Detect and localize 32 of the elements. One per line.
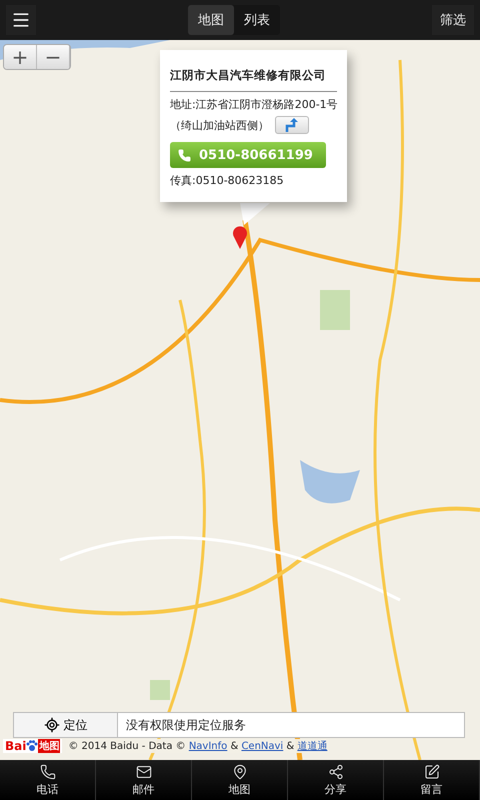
address-note: （绮山加油站西侧） <box>170 118 269 133</box>
route-button[interactable] <box>275 116 309 134</box>
phone-icon <box>178 148 191 162</box>
share-icon <box>328 764 344 780</box>
menu-button[interactable] <box>6 5 36 35</box>
paw-icon <box>26 740 38 752</box>
nav-button[interactable]: 留言 <box>384 760 480 800</box>
address-text: 地址:江苏省江阴市澄杨路200-1号 <box>170 97 337 112</box>
zoom-in-button[interactable]: + <box>4 45 37 69</box>
data-source-link[interactable]: CenNavi <box>241 741 284 752</box>
locate-icon <box>44 717 60 733</box>
map-logo: Bai 地图 <box>3 739 62 753</box>
nav-button[interactable]: 邮件 <box>96 760 192 800</box>
data-source-link[interactable]: 道道通 <box>297 741 328 752</box>
data-source-link[interactable]: NavInfo <box>188 741 228 752</box>
nav-button[interactable]: 地图 <box>192 760 288 800</box>
mail-icon <box>136 764 152 780</box>
nav-button[interactable]: 电话 <box>0 760 96 800</box>
phone-icon <box>40 764 56 780</box>
filter-button[interactable]: 筛选 <box>432 5 474 35</box>
note-icon <box>424 764 440 780</box>
view-tab[interactable]: 地图 <box>188 5 234 35</box>
company-name: 江阴市大昌汽车维修有限公司 <box>170 68 337 92</box>
zoom-out-button[interactable]: − <box>37 45 70 69</box>
location-message: 没有权限使用定位服务 <box>125 716 246 734</box>
locate-button[interactable]: 定位 <box>14 713 118 737</box>
map-pin-icon <box>232 225 248 249</box>
map-pin-icon <box>232 764 248 780</box>
view-tab[interactable]: 列表 <box>234 5 280 35</box>
nav-button[interactable]: 分享 <box>288 760 384 800</box>
fax-text: 传真:0510-80623185 <box>170 173 285 188</box>
turn-arrow-icon <box>284 118 300 132</box>
